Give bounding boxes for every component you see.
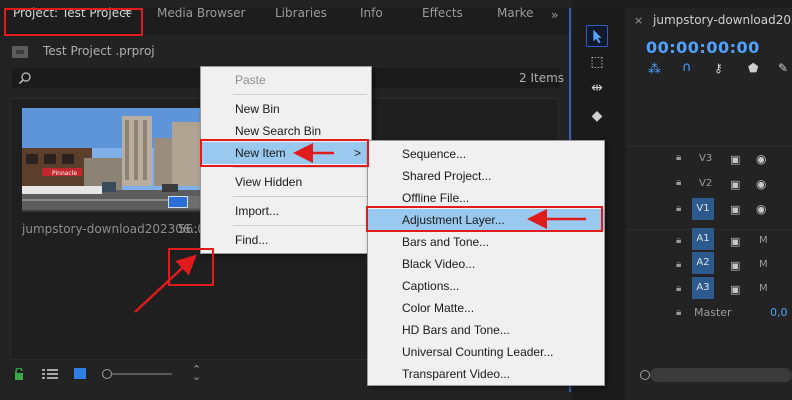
- tab-libraries[interactable]: Libraries: [275, 0, 327, 26]
- mute-button[interactable]: M: [759, 259, 768, 270]
- eye-icon[interactable]: ◉: [756, 202, 766, 216]
- submenu-item-universal-counting-leader[interactable]: Universal Counting Leader...: [368, 341, 604, 363]
- search-icon: [18, 72, 31, 85]
- mute-button[interactable]: M: [759, 283, 768, 294]
- timecode-display[interactable]: 00:00:00:00: [646, 38, 760, 57]
- eye-icon[interactable]: ◉: [756, 177, 766, 191]
- track-divider: [626, 146, 792, 147]
- mute-button[interactable]: M: [759, 235, 768, 246]
- clip-thumbnail[interactable]: Pinnacle: [22, 108, 204, 210]
- timeline-zoom-handle[interactable]: [640, 370, 650, 380]
- tab-markers[interactable]: Marke: [497, 0, 534, 26]
- submenu-item-transparent-video[interactable]: Transparent Video...: [368, 363, 604, 385]
- sync-icon[interactable]: ▣: [730, 153, 740, 166]
- lock-icon[interactable]: 🔒︎: [676, 203, 681, 214]
- submenu-item-captions[interactable]: Captions...: [368, 275, 604, 297]
- ripple-edit-icon[interactable]: ⇹: [586, 80, 608, 96]
- video-badge-icon: [168, 196, 188, 208]
- lock-icon[interactable]: 🔒︎: [676, 152, 681, 163]
- lock-icon[interactable]: 🔒︎: [676, 259, 681, 270]
- menu-item-view-hidden[interactable]: View Hidden: [201, 171, 371, 193]
- project-file-name: Test Project .prproj: [43, 44, 155, 58]
- timeline-scrollbar[interactable]: [650, 368, 792, 382]
- double-chevron-icon[interactable]: »: [551, 8, 558, 22]
- marker-icon[interactable]: ⬟: [748, 61, 758, 75]
- insert-nest-icon[interactable]: ⁂: [648, 62, 661, 77]
- lock-icon[interactable]: 🔒︎: [676, 177, 681, 188]
- items-count: 2 Items: [519, 71, 565, 85]
- zoom-slider-handle[interactable]: [102, 369, 112, 379]
- icon-view-icon[interactable]: [74, 368, 86, 379]
- sort-icon[interactable]: ⌃ ⌄: [192, 364, 204, 382]
- sync-icon[interactable]: ▣: [730, 178, 740, 191]
- snap-icon[interactable]: ∩: [682, 60, 692, 75]
- thumbnail-scrubber[interactable]: [22, 210, 204, 212]
- list-view-icon[interactable]: [42, 369, 58, 379]
- submenu-item-color-matte[interactable]: Color Matte...: [368, 297, 604, 319]
- menu-item-new-bin[interactable]: New Bin: [201, 98, 371, 120]
- menu-item-find[interactable]: Find...: [201, 229, 371, 251]
- master-label: Master: [694, 306, 732, 319]
- sync-icon[interactable]: ▣: [730, 283, 740, 296]
- close-icon[interactable]: ×: [634, 14, 643, 27]
- menu-separator: [233, 167, 367, 168]
- lock-icon[interactable]: 🔒︎: [676, 307, 681, 318]
- selection-tool[interactable]: [586, 25, 608, 47]
- submenu-item-hd-bars-and-tone[interactable]: HD Bars and Tone...: [368, 319, 604, 341]
- new-item-submenu: Sequence... Shared Project... Offline Fi…: [367, 140, 605, 386]
- tab-effects[interactable]: Effects: [422, 0, 463, 26]
- sync-icon[interactable]: ▣: [730, 259, 740, 272]
- menu-item-import[interactable]: Import...: [201, 200, 371, 222]
- track-target-a3[interactable]: A3: [692, 277, 714, 299]
- thumb-sign-text: Pinnacle: [52, 170, 77, 177]
- master-value[interactable]: 0,0: [770, 306, 788, 319]
- tab-media-browser[interactable]: Media Browser: [157, 0, 245, 26]
- sync-icon[interactable]: ▣: [730, 203, 740, 216]
- adjustment-layer-highlight: [366, 206, 603, 232]
- track-label-v3: V3: [699, 153, 713, 164]
- track-target-a2[interactable]: A2: [692, 252, 714, 274]
- tab-info[interactable]: Info: [360, 0, 383, 26]
- razor-icon[interactable]: ◆: [586, 108, 608, 124]
- lock-icon[interactable]: [14, 368, 24, 380]
- eye-icon[interactable]: ◉: [756, 152, 766, 166]
- project-tab-highlight: [4, 8, 143, 36]
- folder-icon: [12, 46, 28, 58]
- track-select-icon[interactable]: ⬚: [586, 54, 608, 70]
- submenu-item-black-video[interactable]: Black Video...: [368, 253, 604, 275]
- new-item-highlight: [200, 139, 369, 167]
- menu-separator: [233, 225, 367, 226]
- lock-icon[interactable]: 🔒︎: [676, 235, 681, 246]
- submenu-item-bars-and-tone[interactable]: Bars and Tone...: [368, 231, 604, 253]
- submenu-item-sequence[interactable]: Sequence...: [368, 143, 604, 165]
- menu-separator: [233, 196, 367, 197]
- track-target-a1[interactable]: A1: [692, 228, 714, 250]
- sequence-tab[interactable]: jumpstory-download202306: [653, 13, 792, 27]
- sync-icon[interactable]: ▣: [730, 235, 740, 248]
- linked-selection-icon[interactable]: ⚷: [714, 61, 723, 75]
- submenu-item-shared-project[interactable]: Shared Project...: [368, 165, 604, 187]
- zoom-slider[interactable]: [112, 373, 172, 375]
- menu-item-paste: Paste: [235, 73, 266, 87]
- right-click-highlight: [168, 248, 214, 286]
- clip-name[interactable]: jumpstory-download202306...: [22, 222, 202, 236]
- track-label-v2: V2: [699, 178, 713, 189]
- lock-icon[interactable]: 🔒︎: [676, 283, 681, 294]
- track-target-v1[interactable]: V1: [692, 198, 714, 220]
- wrench-icon[interactable]: ✎: [778, 61, 788, 75]
- menu-separator: [233, 94, 367, 95]
